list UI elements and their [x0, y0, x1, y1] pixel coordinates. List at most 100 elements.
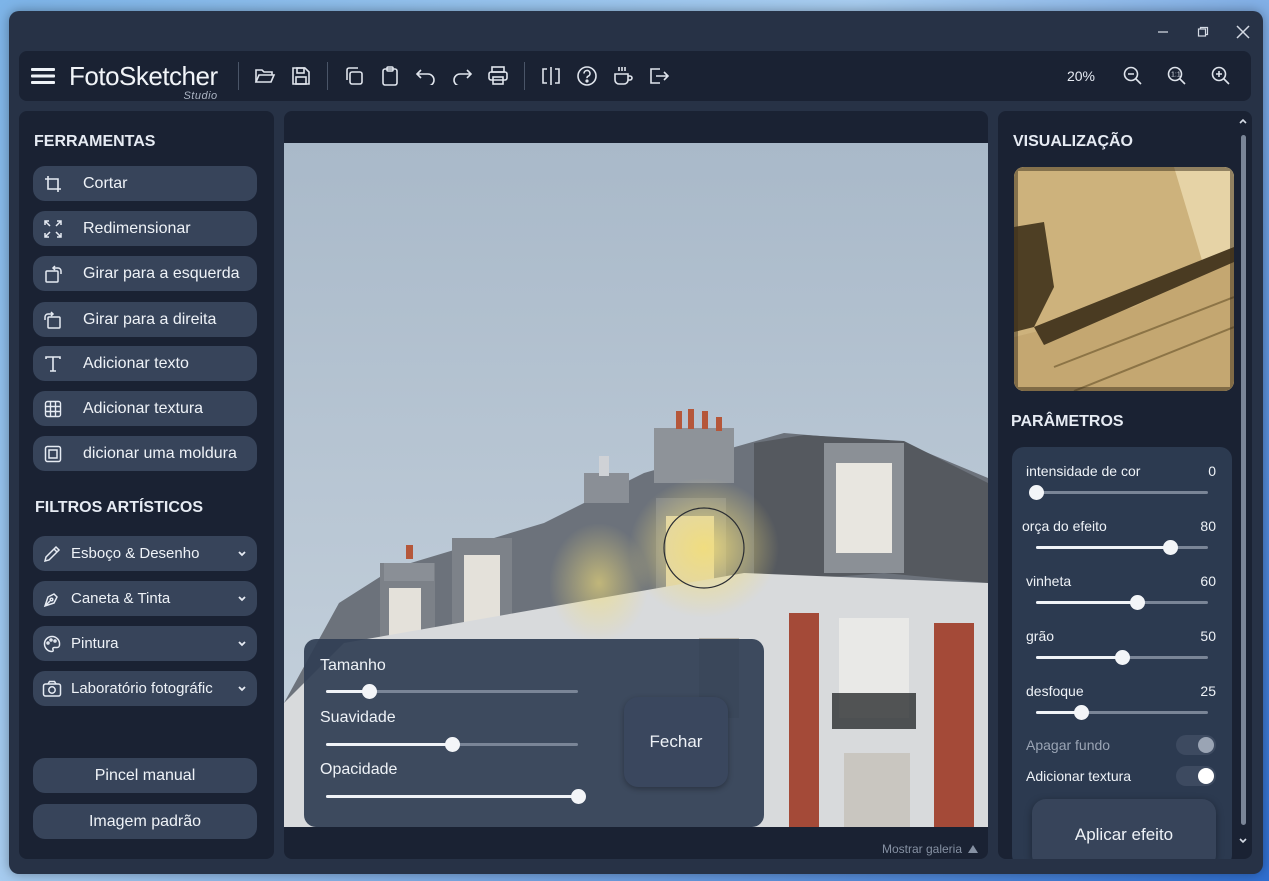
param-label: grão — [1026, 628, 1055, 644]
smoothness-slider[interactable] — [326, 737, 578, 752]
redo-icon[interactable] — [444, 58, 480, 94]
close-icon[interactable] — [1223, 19, 1263, 45]
preview-title: VISUALIZAÇÃO — [1013, 133, 1133, 150]
preview-panel: VISUALIZAÇÃO PARÂMETROS intensidade de c… — [998, 111, 1252, 859]
exit-icon[interactable] — [641, 58, 677, 94]
chevron-down-icon[interactable] — [1238, 837, 1248, 845]
toggle-label: Apagar fundo — [1026, 737, 1111, 753]
params-box: intensidade de cor 0 orça do efeito 80 v… — [1012, 447, 1232, 859]
toolbar-divider — [523, 62, 525, 90]
tools-title: FERRAMENTAS — [34, 133, 156, 150]
param-value: 50 — [1200, 628, 1216, 644]
coffee-icon[interactable] — [605, 58, 641, 94]
toolbar-divider — [326, 62, 328, 90]
param-slider-vignette[interactable] — [1036, 595, 1208, 610]
size-slider[interactable] — [326, 684, 578, 699]
scrollbar[interactable] — [1238, 118, 1248, 857]
chevron-up-icon[interactable] — [1238, 117, 1248, 125]
apply-effect-button[interactable]: Aplicar efeito — [1032, 799, 1216, 859]
param-slider-blur[interactable] — [1036, 705, 1208, 720]
opacity-slider-knob[interactable] — [571, 789, 586, 804]
add-texture-button[interactable]: Adicionar textura — [33, 391, 257, 426]
params-title: PARÂMETROS — [1011, 413, 1124, 430]
chevron-down-icon — [237, 681, 247, 699]
param-value: 25 — [1200, 683, 1216, 699]
param-value: 0 — [1208, 463, 1216, 479]
filter-photo-lab-dropdown[interactable]: Laboratório fotográfic — [33, 671, 257, 706]
pencil-icon — [33, 545, 71, 563]
chevron-down-icon — [237, 636, 247, 654]
filter-sketch-dropdown[interactable]: Esboço & Desenho — [33, 536, 257, 571]
rotate-right-button[interactable]: Girar para a direita — [33, 302, 257, 337]
smoothness-label: Suavidade — [320, 709, 396, 726]
effect-preview-image — [1014, 167, 1234, 391]
param-slider-knob[interactable] — [1029, 485, 1044, 500]
chevron-down-icon — [237, 591, 247, 609]
param-slider-grain[interactable] — [1036, 650, 1208, 665]
param-value: 60 — [1200, 573, 1216, 589]
minimize-icon[interactable] — [1143, 19, 1183, 45]
size-label: Tamanho — [320, 657, 386, 674]
restore-icon[interactable] — [1183, 19, 1223, 45]
help-icon[interactable] — [569, 58, 605, 94]
zoom-out-icon[interactable] — [1115, 58, 1151, 94]
svg-text:1:1: 1:1 — [1171, 72, 1181, 79]
filter-pen-dropdown[interactable]: Caneta & Tinta — [33, 581, 257, 616]
param-label: desfoque — [1026, 683, 1084, 699]
remove-background-toggle[interactable] — [1176, 735, 1216, 755]
param-label: vinheta — [1026, 573, 1072, 589]
filters-title: FILTROS ARTÍSTICOS — [35, 499, 203, 516]
crop-button[interactable]: Cortar — [33, 166, 257, 201]
close-brush-button[interactable]: Fechar — [624, 697, 728, 787]
manual-brush-button[interactable]: Pincel manual — [33, 758, 257, 793]
save-icon[interactable] — [283, 58, 319, 94]
param-value: 80 — [1200, 518, 1216, 534]
zoom-in-icon[interactable] — [1203, 58, 1239, 94]
frame-icon — [33, 445, 73, 463]
print-icon[interactable] — [480, 58, 516, 94]
copy-icon[interactable] — [336, 58, 372, 94]
param-slider-knob[interactable] — [1130, 595, 1146, 610]
camera-icon — [33, 680, 71, 698]
zoom-actual-icon[interactable]: 1:1 — [1159, 58, 1195, 94]
param-label: intensidade de cor — [1026, 463, 1141, 479]
chevron-down-icon — [237, 546, 247, 564]
param-slider-knob[interactable] — [1073, 705, 1089, 720]
rotate-right-icon — [33, 310, 73, 329]
tools-panel: FERRAMENTAS Cortar Redimensionar Girar p… — [19, 111, 274, 859]
grid-icon — [33, 400, 73, 418]
param-slider-effect-strength[interactable] — [1036, 540, 1208, 555]
toggle-label: Adicionar textura — [1026, 768, 1132, 784]
show-gallery-toggle[interactable]: Mostrar galeria — [882, 842, 978, 856]
default-image-button[interactable]: Imagem padrão — [33, 804, 257, 839]
scrollbar-thumb[interactable] — [1241, 135, 1246, 825]
filter-painting-dropdown[interactable]: Pintura — [33, 626, 257, 661]
add-text-button[interactable]: Adicionar texto — [33, 346, 257, 381]
palette-icon — [33, 635, 71, 653]
text-icon — [33, 355, 73, 373]
rotate-left-icon — [33, 264, 73, 283]
compare-icon[interactable] — [533, 58, 569, 94]
paste-icon[interactable] — [372, 58, 408, 94]
opacity-slider[interactable] — [326, 789, 586, 804]
pen-icon — [33, 590, 71, 608]
triangle-up-icon — [968, 842, 978, 856]
size-slider-knob[interactable] — [361, 684, 377, 699]
toolbar-divider — [237, 62, 239, 90]
add-texture-toggle[interactable] — [1176, 766, 1216, 786]
folder-open-icon[interactable] — [247, 58, 283, 94]
param-slider-color-intensity[interactable] — [1029, 485, 1208, 500]
add-frame-button[interactable]: dicionar uma moldura — [33, 436, 257, 471]
param-slider-knob[interactable] — [1115, 650, 1130, 665]
undo-icon[interactable] — [408, 58, 444, 94]
rotate-left-button[interactable]: Girar para a esquerda — [33, 256, 257, 291]
param-slider-knob[interactable] — [1163, 540, 1179, 555]
menu-icon[interactable] — [25, 58, 61, 94]
zoom-level: 20% — [1066, 68, 1095, 84]
window-controls — [1143, 19, 1263, 45]
smoothness-slider-knob[interactable] — [445, 737, 460, 752]
app-window: FotoSketcher Studio 20% 1:1 FERRAMENTAS … — [9, 11, 1263, 874]
resize-icon — [33, 219, 73, 238]
opacity-label: Opacidade — [320, 761, 398, 778]
resize-button[interactable]: Redimensionar — [33, 211, 257, 246]
